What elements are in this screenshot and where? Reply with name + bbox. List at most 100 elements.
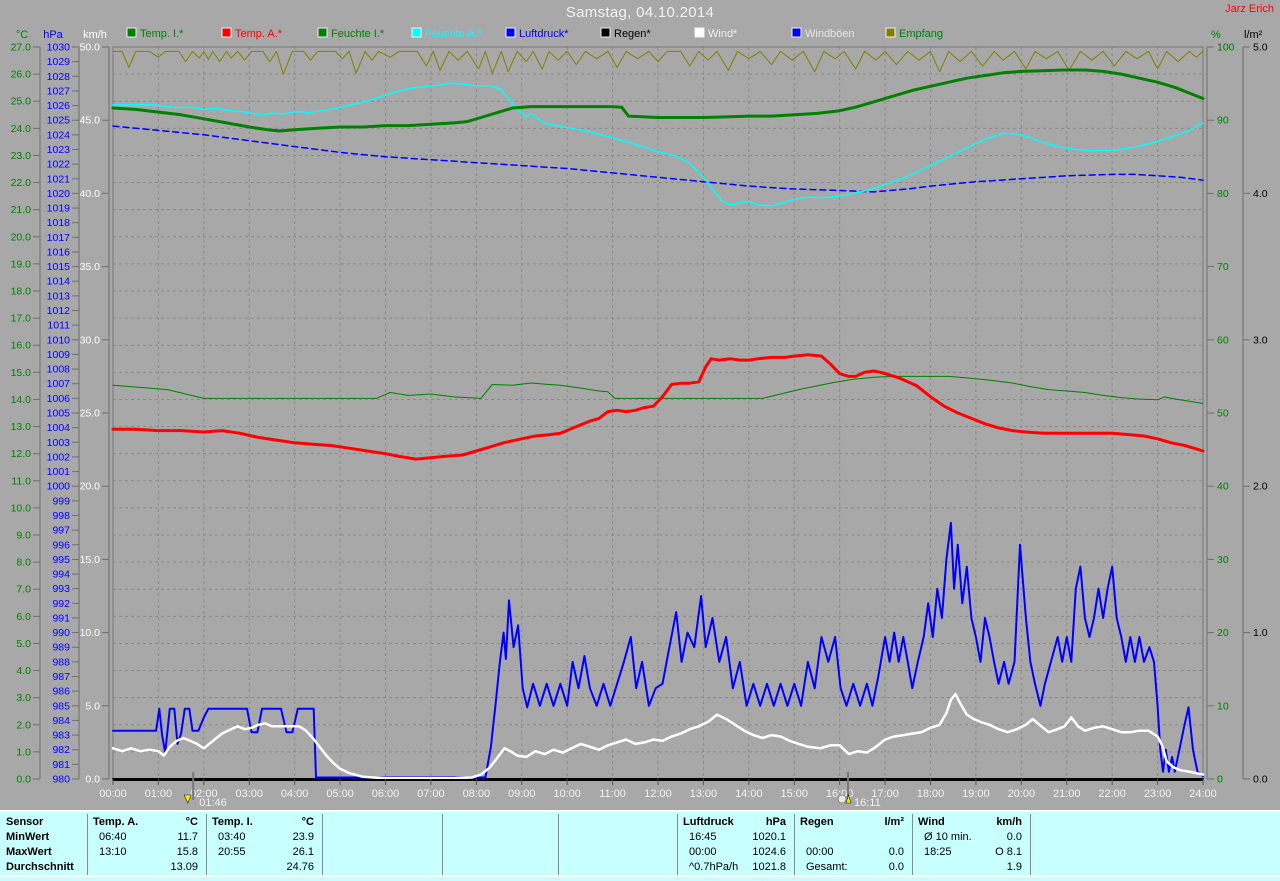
y-tick-label-hPa: 1027 xyxy=(47,85,71,97)
y-tick-label-pct: 10 xyxy=(1217,700,1229,712)
y-tick-label-hPa: 980 xyxy=(52,774,70,786)
table-cell-value: 1021.8 xyxy=(752,861,786,873)
table-cell-value: 15.8 xyxy=(176,846,198,858)
y-tick-label-hPa: 1010 xyxy=(47,334,71,346)
y-tick-label-hPa: 1004 xyxy=(47,422,71,434)
y-tick-label-hPa: 1002 xyxy=(47,451,71,463)
table-row-label: MaxWert xyxy=(6,846,52,858)
table-header-Luftdruck: Luftdruck xyxy=(683,816,734,828)
table-cell-value: 1024.6 xyxy=(752,846,786,858)
legend-swatch xyxy=(600,27,611,38)
table-header-Regen: Regen xyxy=(800,816,834,828)
y-tick-label-hPa: 1001 xyxy=(47,466,71,478)
y-tick-label-hPa: 989 xyxy=(52,642,70,654)
y-tick-label-C: 13.0 xyxy=(11,421,32,433)
table-cell-value: O 8.1 xyxy=(995,846,1022,858)
y-tick-label-hPa: 987 xyxy=(52,671,70,683)
x-tick-label: 10:00 xyxy=(553,788,581,800)
y-tick-label-C: 6.0 xyxy=(16,611,31,623)
table-column-divider xyxy=(912,814,913,875)
y-tick-label-hPa: 1011 xyxy=(47,320,70,332)
weather-station-window: Samstag, 04.10.2014 Jarz Erich 0.0 1.0 2.0… xyxy=(0,0,1280,881)
y-tick-label-lm2: 2.0 xyxy=(1253,481,1268,493)
legend-swatch xyxy=(411,27,422,38)
y-tick-label-hPa: 1024 xyxy=(47,129,71,141)
legend-item-label: Luftdruck* xyxy=(519,28,569,40)
legend-item-label: Wind* xyxy=(708,28,738,40)
y-tick-label-pct: 70 xyxy=(1217,261,1229,273)
y-tick-label-pct: 80 xyxy=(1217,188,1229,200)
y-tick-label-lm2: 0.0 xyxy=(1253,774,1268,786)
y-tick-label-pct: 30 xyxy=(1217,554,1229,566)
x-tick-label: 19:00 xyxy=(962,788,990,800)
table-column-divider xyxy=(322,814,323,875)
y-tick-label-hPa: 995 xyxy=(52,554,70,566)
table-cell-value: 24.76 xyxy=(286,861,314,873)
x-tick-label: 00:00 xyxy=(99,788,127,800)
moonrise-marker-icon xyxy=(837,794,847,804)
table-cell-value: 0.0 xyxy=(888,861,904,873)
table-column-divider xyxy=(1030,814,1031,875)
y-tick-label-kmh: 25.0 xyxy=(80,408,101,420)
y-tick-label-hPa: 1014 xyxy=(47,276,71,288)
y-tick-label-pct: 100 xyxy=(1217,42,1235,54)
y-tick-label-hPa: 991 xyxy=(52,612,70,624)
y-tick-label-hPa: 986 xyxy=(52,686,70,698)
y-tick-label-C: 21.0 xyxy=(11,204,32,216)
y-tick-label-kmh: 5.0 xyxy=(85,700,100,712)
y-tick-label-hPa: 1022 xyxy=(47,159,71,171)
table-header-Temp. I.: Temp. I. xyxy=(212,816,253,828)
y-tick-label-hPa: 992 xyxy=(52,598,70,610)
table-cell-value: 23.9 xyxy=(292,831,314,843)
x-tick-label: 04:00 xyxy=(281,788,309,800)
table-header-Wind: Wind xyxy=(918,816,945,828)
y-tick-label-pct: 60 xyxy=(1217,334,1229,346)
y-tick-label-pct: 0 xyxy=(1217,774,1223,786)
y-tick-label-hPa: 1019 xyxy=(47,203,71,215)
y-tick-label-hPa: 1008 xyxy=(47,364,71,376)
y-tick-label-hPa: 1023 xyxy=(47,144,71,156)
y-tick-label-hPa: 985 xyxy=(52,700,70,712)
y-tick-label-C: 24.0 xyxy=(11,123,32,135)
table-column-divider xyxy=(206,814,207,875)
panel-bottom-divider xyxy=(0,875,1280,877)
table-unit-label: °C xyxy=(185,816,198,828)
y-tick-label-C: 3.0 xyxy=(16,692,31,704)
y-tick-label-hPa: 1009 xyxy=(47,349,71,361)
y-tick-label-hPa: 1020 xyxy=(47,188,71,200)
table-column-divider xyxy=(558,814,559,875)
y-tick-label-kmh: 50.0 xyxy=(80,42,101,54)
y-tick-label-kmh: 10.0 xyxy=(80,627,101,639)
author-label: Jarz Erich xyxy=(1225,3,1274,15)
y-tick-label-kmh: 0.0 xyxy=(85,774,100,786)
y-tick-label-hPa: 984 xyxy=(52,715,70,727)
legend-item-label: Temp. I.* xyxy=(140,28,184,40)
y-tick-label-C: 17.0 xyxy=(11,313,32,325)
table-header-sensor: Sensor xyxy=(6,816,44,828)
legend-swatch xyxy=(791,27,802,38)
weather-chart: 0.0 1.0 2.0 3.0 4.0 5.0 6.0 7.0 8.0 9.0 10.0 11.0 12… xyxy=(11,27,1268,809)
y-tick-label-C: 15.0 xyxy=(11,367,32,379)
y-tick-label-hPa: 997 xyxy=(52,525,70,537)
y-tick-label-C: 11.0 xyxy=(11,475,31,487)
x-tick-label: 20:00 xyxy=(1008,788,1036,800)
y-tick-label-hPa: 996 xyxy=(52,539,70,551)
table-cell-value: 0.0 xyxy=(1006,831,1022,843)
y-tick-label-hPa: 999 xyxy=(52,495,70,507)
y-tick-label-C: 0.0 xyxy=(16,774,31,786)
table-header-Temp. A.: Temp. A. xyxy=(93,816,139,828)
y-tick-label-pct: 20 xyxy=(1217,627,1229,639)
x-tick-label: 21:00 xyxy=(1053,788,1081,800)
legend-item-label: Regen* xyxy=(614,28,651,40)
y-tick-label-C: 26.0 xyxy=(11,69,32,81)
y-tick-label-C: 7.0 xyxy=(16,584,31,596)
series-wind xyxy=(111,692,1205,780)
legend-swatch xyxy=(221,27,232,38)
y-tick-label-C: 16.0 xyxy=(11,340,32,352)
y-tick-label-hPa: 998 xyxy=(52,510,70,522)
y-tick-label-C: 5.0 xyxy=(16,638,31,650)
y-tick-label-hPa: 1029 xyxy=(47,56,71,68)
x-tick-label: 18:00 xyxy=(917,788,945,800)
legend-swatch xyxy=(694,27,705,38)
table-cell-value: 13.09 xyxy=(170,861,198,873)
